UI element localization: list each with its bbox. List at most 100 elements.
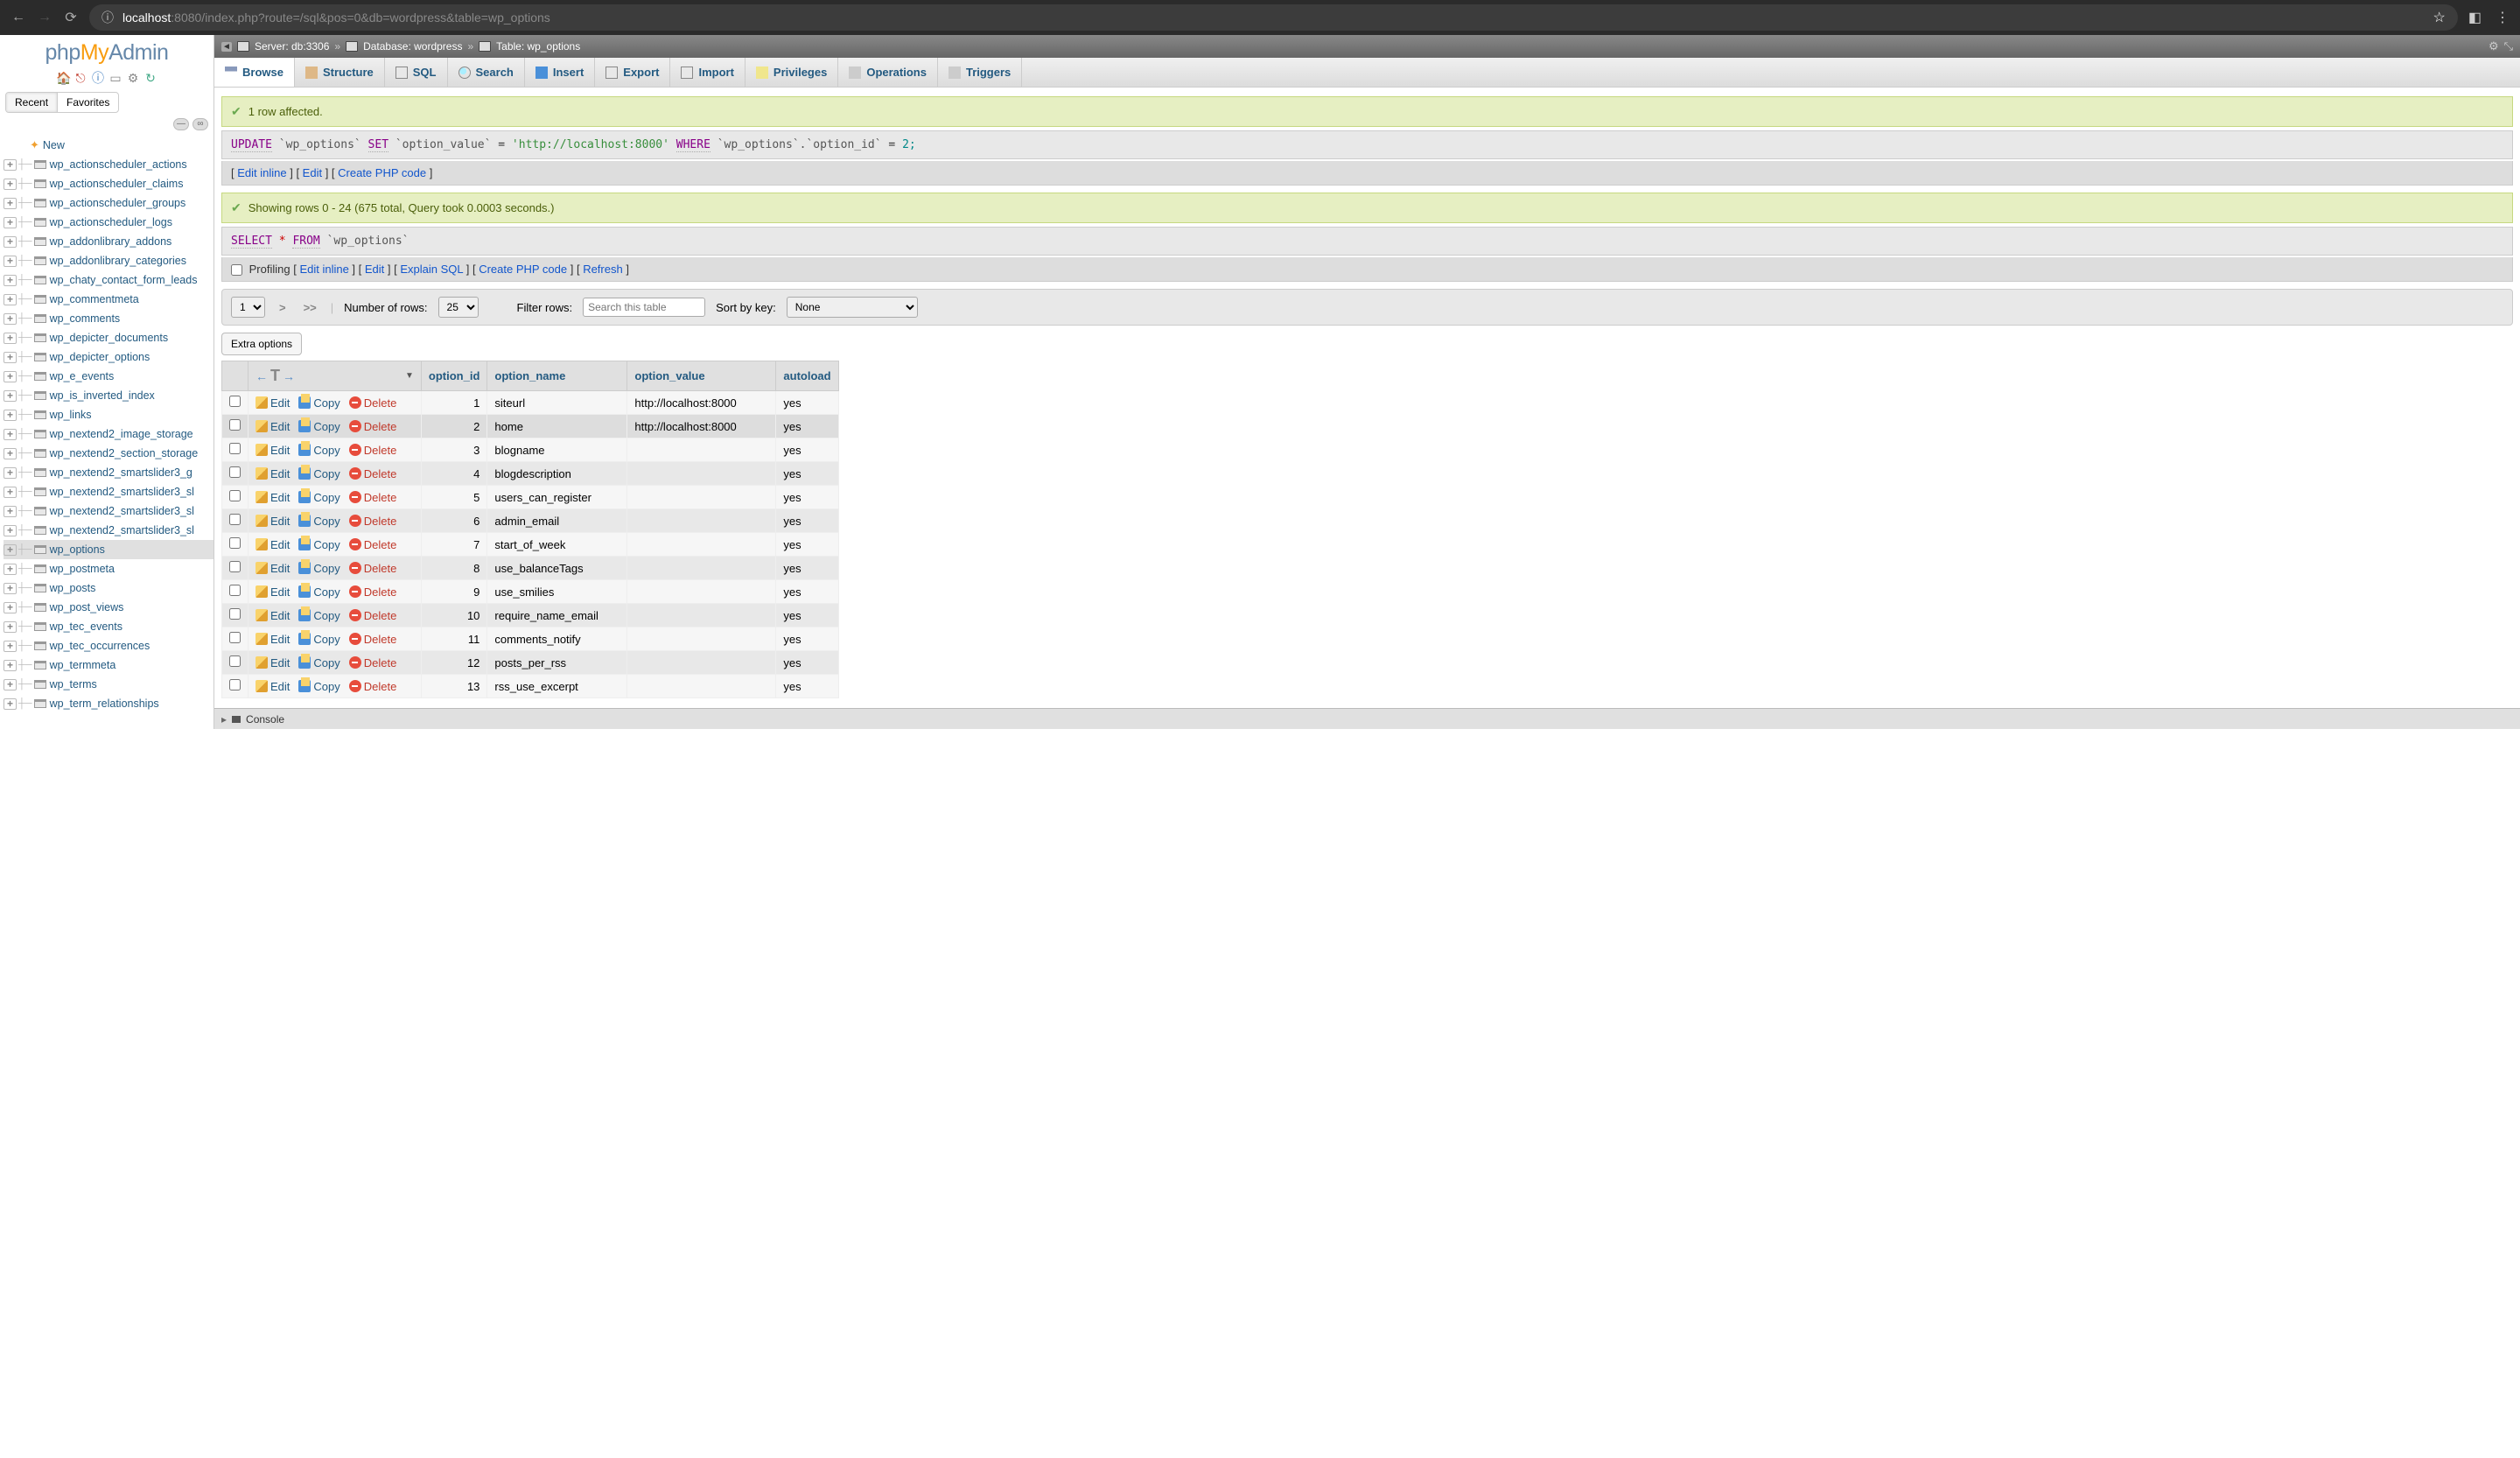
row-copy[interactable]: Copy — [298, 396, 340, 410]
row-edit[interactable]: Edit — [256, 609, 290, 622]
tab-export[interactable]: Export — [595, 58, 670, 87]
expand-icon[interactable]: + — [4, 525, 17, 536]
expand-icon[interactable]: + — [4, 583, 17, 594]
bc-table[interactable]: Table: wp_options — [496, 40, 580, 53]
expand-icon[interactable]: + — [4, 333, 17, 344]
row-edit[interactable]: Edit — [256, 680, 290, 693]
extra-options-button[interactable]: Extra options — [221, 333, 302, 355]
create-php-link[interactable]: Create PHP code — [479, 263, 567, 276]
row-edit[interactable]: Edit — [256, 656, 290, 669]
row-checkbox[interactable] — [229, 466, 241, 478]
row-edit[interactable]: Edit — [256, 562, 290, 575]
tree-table[interactable]: +┼─wp_tec_events — [4, 617, 214, 636]
back-icon[interactable]: ← — [10, 10, 26, 25]
tree-table[interactable]: +┼─wp_is_inverted_index — [4, 386, 214, 405]
tab-sql[interactable]: SQL — [385, 58, 448, 87]
expand-icon[interactable]: + — [4, 621, 17, 633]
tree-table[interactable]: +┼─wp_chaty_contact_form_leads — [4, 270, 214, 290]
tab-recent[interactable]: Recent — [6, 93, 57, 112]
tab-operations[interactable]: Operations — [838, 58, 938, 87]
row-checkbox[interactable] — [229, 514, 241, 525]
row-edit[interactable]: Edit — [256, 491, 290, 504]
explain-link[interactable]: Explain SQL — [400, 263, 463, 276]
bookmark-star-icon[interactable]: ☆ — [2433, 9, 2446, 26]
row-checkbox[interactable] — [229, 537, 241, 549]
row-checkbox[interactable] — [229, 632, 241, 643]
tree-table[interactable]: +┼─wp_term_relationships — [4, 694, 214, 713]
expand-icon[interactable]: + — [4, 294, 17, 305]
tree-table[interactable]: +┼─wp_nextend2_smartslider3_sl — [4, 482, 214, 501]
expand-icon[interactable]: + — [4, 371, 17, 382]
tree-new[interactable]: ✦ New — [4, 136, 214, 155]
expand-icon[interactable]: + — [4, 660, 17, 671]
expand-icon[interactable]: + — [4, 313, 17, 325]
console-bar[interactable]: ▸ Console — [214, 708, 2520, 729]
logo[interactable]: phpMyAdmin — [0, 35, 214, 69]
last-page-button[interactable]: >> — [300, 301, 320, 314]
expand-icon[interactable]: + — [4, 602, 17, 613]
tree-table[interactable]: +┼─wp_actionscheduler_actions — [4, 155, 214, 174]
sort-desc-icon[interactable]: ▼ — [405, 371, 414, 381]
menu-icon[interactable]: ⋮ — [2496, 9, 2510, 26]
row-delete[interactable]: Delete — [349, 491, 397, 504]
url-bar[interactable]: ⓘ localhost:8080/index.php?route=/sql&po… — [89, 4, 2458, 31]
tree-table[interactable]: +┼─wp_e_events — [4, 367, 214, 386]
th-option-name[interactable]: option_name — [487, 361, 627, 391]
extensions-icon[interactable]: ◧ — [2468, 9, 2482, 26]
expand-icon[interactable]: + — [4, 506, 17, 517]
tree-table[interactable]: +┼─wp_termmeta — [4, 655, 214, 675]
page-expand-icon[interactable]: ⤡ — [2504, 39, 2513, 53]
row-checkbox[interactable] — [229, 679, 241, 690]
edit-link[interactable]: Edit — [365, 263, 384, 276]
row-delete[interactable]: Delete — [349, 585, 397, 599]
row-delete[interactable]: Delete — [349, 562, 397, 575]
expand-icon[interactable]: + — [4, 487, 17, 498]
shift-left-icon[interactable]: ← — [256, 369, 268, 383]
th-option-id[interactable]: option_id — [421, 361, 487, 391]
logout-icon[interactable]: ⎋ — [74, 71, 88, 85]
row-delete[interactable]: Delete — [349, 633, 397, 646]
sort-select[interactable]: None — [787, 297, 918, 318]
expand-icon[interactable]: + — [4, 275, 17, 286]
row-delete[interactable]: Delete — [349, 538, 397, 551]
tree-table[interactable]: +┼─wp_commentmeta — [4, 290, 214, 309]
row-delete[interactable]: Delete — [349, 467, 397, 480]
row-checkbox[interactable] — [229, 655, 241, 667]
expand-icon[interactable]: + — [4, 352, 17, 363]
filter-input[interactable] — [583, 298, 705, 317]
bc-database[interactable]: Database: wordpress — [363, 40, 462, 53]
tree-table[interactable]: +┼─wp_addonlibrary_categories — [4, 251, 214, 270]
tab-structure[interactable]: Structure — [295, 58, 385, 87]
profiling-checkbox[interactable] — [231, 264, 242, 276]
row-copy[interactable]: Copy — [298, 515, 340, 528]
tree-table[interactable]: +┼─wp_nextend2_image_storage — [4, 424, 214, 444]
tree-table[interactable]: +┼─wp_actionscheduler_logs — [4, 213, 214, 232]
edit-inline-link[interactable]: Edit inline — [299, 263, 348, 276]
site-info-icon[interactable]: ⓘ — [102, 9, 114, 26]
row-edit[interactable]: Edit — [256, 633, 290, 646]
row-checkbox[interactable] — [229, 585, 241, 596]
tree-table[interactable]: +┼─wp_links — [4, 405, 214, 424]
tab-import[interactable]: Import — [670, 58, 745, 87]
expand-icon[interactable]: + — [4, 198, 17, 209]
th-option-value[interactable]: option_value — [627, 361, 776, 391]
tab-insert[interactable]: Insert — [525, 58, 595, 87]
row-checkbox[interactable] — [229, 490, 241, 501]
row-edit[interactable]: Edit — [256, 420, 290, 433]
tree-table[interactable]: +┼─wp_nextend2_smartslider3_sl — [4, 521, 214, 540]
row-checkbox[interactable] — [229, 443, 241, 454]
row-copy[interactable]: Copy — [298, 491, 340, 504]
row-edit[interactable]: Edit — [256, 585, 290, 599]
row-copy[interactable]: Copy — [298, 609, 340, 622]
edit-inline-link[interactable]: Edit inline — [237, 166, 286, 179]
row-copy[interactable]: Copy — [298, 656, 340, 669]
collapse-icon[interactable]: — — [173, 118, 189, 130]
row-delete[interactable]: Delete — [349, 444, 397, 457]
tree-table[interactable]: +┼─wp_actionscheduler_claims — [4, 174, 214, 193]
tree-table[interactable]: +┼─wp_addonlibrary_addons — [4, 232, 214, 251]
tree-table[interactable]: +┼─wp_options — [4, 540, 214, 559]
tree-table[interactable]: +┼─wp_comments — [4, 309, 214, 328]
tree-table[interactable]: +┼─wp_terms — [4, 675, 214, 694]
row-delete[interactable]: Delete — [349, 609, 397, 622]
row-copy[interactable]: Copy — [298, 585, 340, 599]
